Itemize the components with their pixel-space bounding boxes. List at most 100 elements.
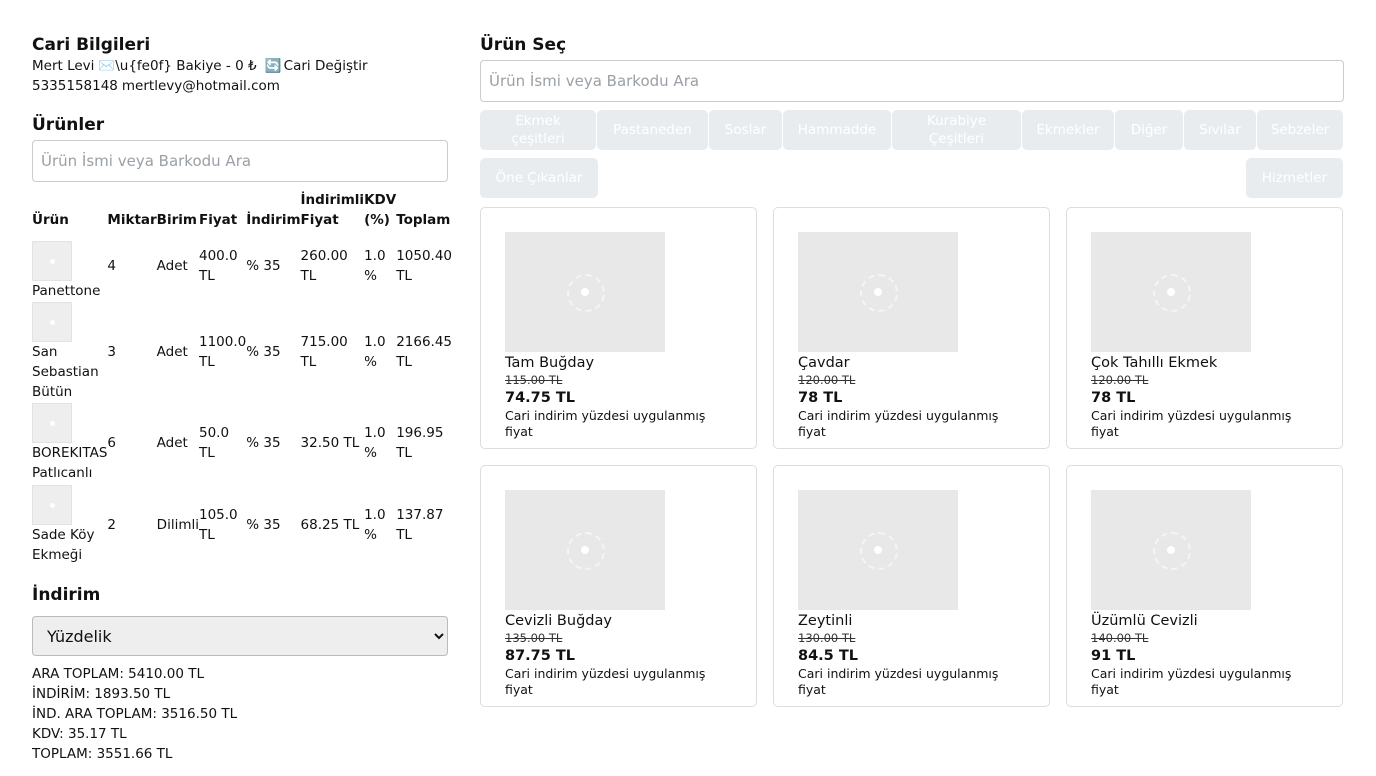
table-header-row: Ürün Miktar Birim Fiyat İndirim İndiriml… xyxy=(32,190,452,230)
discount-type-select[interactable]: Yüzdelik xyxy=(32,616,448,656)
product-card[interactable]: Zeytinli 130.00 TL 84.5 TL Cari indirim … xyxy=(773,465,1050,707)
unit-cell: Adet xyxy=(156,258,188,274)
col-header-fiyat: Fiyat xyxy=(198,212,238,228)
product-new-price: 78 TL xyxy=(798,390,843,406)
total-cell: 1050.40 TL xyxy=(396,248,453,284)
category-button[interactable]: Hammadde xyxy=(783,110,891,150)
services-button[interactable]: Hizmetler xyxy=(1246,158,1343,198)
product-thumbnail xyxy=(32,485,72,525)
category-button[interactable]: Ekmek çeşitleri xyxy=(480,110,596,150)
col-header-toplam: Toplam xyxy=(396,212,451,228)
product-old-price: 115.00 TL xyxy=(505,373,563,387)
product-image xyxy=(798,490,958,610)
product-price-note: Cari indirim yüzdesi uygulanmış fiyat xyxy=(798,666,999,697)
cari-title: Cari Bilgileri xyxy=(32,35,151,55)
kdv-cell: 1.0 % xyxy=(364,507,386,543)
table-row[interactable]: San Sebastian Bütün 3 Adet 1100.0 TL % 3… xyxy=(32,302,452,402)
category-button[interactable]: Pastaneden xyxy=(597,110,708,150)
category-button[interactable]: Ekmekler xyxy=(1022,110,1114,150)
refresh-icon[interactable]: 🔄 xyxy=(265,58,282,74)
discounted-price-cell: 32.50 TL xyxy=(300,435,360,451)
category-button[interactable]: Sebzeler xyxy=(1257,110,1343,150)
product-name: BOREKITAS Patlıcanlı xyxy=(32,445,108,481)
col-header-indirim: İndirim xyxy=(246,212,301,228)
cari-contact-line: 5335158148 mertlevy@hotmail.com xyxy=(32,76,448,96)
subtotal: ARA TOPLAM: 5410.00 TL xyxy=(32,666,205,682)
table-row[interactable]: Sade Köy Ekmeği 2 Dilimli 105.0 TL % 35 … xyxy=(32,484,452,566)
product-card-name: Çavdar xyxy=(798,355,850,371)
right-panel: Ürün Seç Ekmek çeşitleri Pastaneden Sosl… xyxy=(480,34,1344,707)
grand-total: TOPLAM: 3551.66 TL xyxy=(32,746,173,762)
product-old-price: 135.00 TL xyxy=(505,631,563,645)
cari-balance: Bakiye - 0 ₺ xyxy=(176,58,257,74)
cari-info-line: Mert Levi ✉️\u{fe0f} Bakiye - 0 ₺ 🔄 Cari D… xyxy=(32,56,448,76)
product-card[interactable]: Tam Buğday 115.00 TL 74.75 TL Cari indir… xyxy=(480,207,757,449)
product-name: Sade Köy Ekmeği xyxy=(32,527,95,563)
select-product-search-input[interactable] xyxy=(480,60,1344,102)
col-header-kdv: KDV (%) xyxy=(364,192,397,228)
kdv-cell: 1.0 % xyxy=(364,248,386,284)
kdv-cell: 1.0 % xyxy=(364,334,386,370)
product-old-price: 120.00 TL xyxy=(1091,373,1149,387)
unit-cell: Adet xyxy=(156,344,188,360)
kdv-cell: 1.0 % xyxy=(364,425,386,461)
cari-phone: 5335158148 xyxy=(32,78,118,94)
product-price-note: Cari indirim yüzdesi uygulanmış fiyat xyxy=(798,408,999,439)
product-card[interactable]: Çok Tahıllı Ekmek 120.00 TL 78 TL Cari i… xyxy=(1066,207,1343,449)
filter-row: Öne Çıkanlar Hizmetler xyxy=(480,158,1344,198)
qty-cell[interactable]: 6 xyxy=(107,402,156,484)
qty-cell[interactable]: 4 xyxy=(107,230,156,302)
kdv-total: KDV: 35.17 TL xyxy=(32,726,127,742)
totals-block: ARA TOPLAM: 5410.00 TL İNDİRİM: 1893.50 … xyxy=(32,664,448,764)
price-cell: 105.0 TL xyxy=(198,507,238,543)
product-thumbnail xyxy=(32,241,72,281)
product-card-name: Zeytinli xyxy=(798,613,853,629)
category-button[interactable]: Sıvılar xyxy=(1184,110,1256,150)
product-cell: Sade Köy Ekmeği xyxy=(32,484,107,566)
category-button[interactable]: Soslar xyxy=(709,110,782,150)
col-header-indirimli-fiyat: İndirimli Fiyat xyxy=(300,192,365,228)
category-bar: Ekmek çeşitleri Pastaneden Soslar Hammad… xyxy=(480,110,1344,150)
select-product-title: Ürün Seç xyxy=(480,35,567,55)
change-cari-link[interactable]: Cari Değiştir xyxy=(284,58,368,74)
discount-total: İNDİRİM: 1893.50 TL xyxy=(32,686,171,702)
product-new-price: 91 TL xyxy=(1091,648,1136,664)
product-image xyxy=(1091,490,1251,610)
discounted-price-cell: 260.00 TL xyxy=(300,248,348,284)
total-cell: 137.87 TL xyxy=(396,507,444,543)
cari-email: mertlevy@hotmail.com xyxy=(121,78,280,94)
product-price-note: Cari indirim yüzdesi uygulanmış fiyat xyxy=(1091,408,1292,439)
product-image xyxy=(1091,232,1251,352)
product-price-note: Cari indirim yüzdesi uygulanmış fiyat xyxy=(505,408,706,439)
category-button[interactable]: Kurabiye Çeşitleri xyxy=(892,110,1021,150)
cari-name: Mert Levi xyxy=(32,58,95,74)
table-row[interactable]: BOREKITAS Patlıcanlı 6 Adet 50.0 TL % 35… xyxy=(32,402,452,484)
product-card[interactable]: Cevizli Buğday 135.00 TL 87.75 TL Cari i… xyxy=(480,465,757,707)
price-cell: 50.0 TL xyxy=(198,425,230,461)
table-row[interactable]: Panettone 4 Adet 400.0 TL % 35 260.00 TL… xyxy=(32,230,452,302)
discount-cell: % 35 xyxy=(246,258,281,274)
discount-cell: % 35 xyxy=(246,344,281,360)
product-price-note: Cari indirim yüzdesi uygulanmış fiyat xyxy=(505,666,706,697)
product-grid: Tam Buğday 115.00 TL 74.75 TL Cari indir… xyxy=(480,207,1344,707)
discount-cell: % 35 xyxy=(246,517,281,533)
product-card[interactable]: Çavdar 120.00 TL 78 TL Cari indirim yüzd… xyxy=(773,207,1050,449)
product-card[interactable]: Üzümlü Cevizli 140.00 TL 91 TL Cari indi… xyxy=(1066,465,1343,707)
discounted-price-cell: 68.25 TL xyxy=(300,517,360,533)
product-card-name: Çok Tahıllı Ekmek xyxy=(1091,355,1218,371)
unit-cell: Adet xyxy=(156,435,188,451)
product-search-input[interactable] xyxy=(32,140,448,182)
discount-cell: % 35 xyxy=(246,435,281,451)
qty-cell[interactable]: 2 xyxy=(107,484,156,566)
product-cell: Panettone xyxy=(32,230,107,302)
product-new-price: 78 TL xyxy=(1091,390,1136,406)
product-new-price: 74.75 TL xyxy=(505,390,576,406)
qty-cell[interactable]: 3 xyxy=(107,302,156,402)
category-button[interactable]: Diğer xyxy=(1115,110,1183,150)
product-image xyxy=(505,490,665,610)
featured-button[interactable]: Öne Çıkanlar xyxy=(480,158,598,198)
product-card-name: Tam Buğday xyxy=(505,355,595,371)
col-header-miktar: Miktar xyxy=(107,212,157,228)
product-new-price: 87.75 TL xyxy=(505,648,576,664)
mail-icon: ✉️\u{fe0f} xyxy=(98,58,172,74)
